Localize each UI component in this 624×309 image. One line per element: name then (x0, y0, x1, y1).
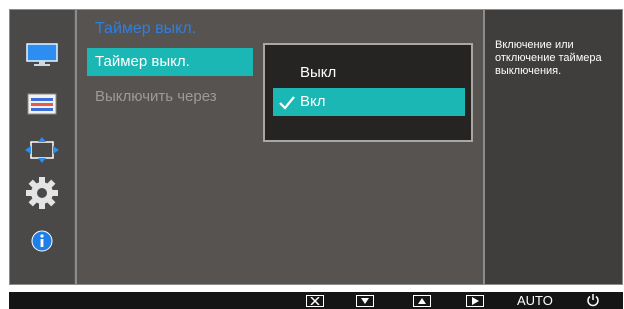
sidebar-item-size-position[interactable] (22, 135, 62, 165)
sidebar-item-information[interactable] (22, 226, 62, 256)
option-popup: Выкл Вкл (263, 43, 473, 142)
menu-item-off-timer[interactable]: Таймер выкл. (87, 48, 253, 76)
help-panel: Включение или отключение таймера выключе… (485, 10, 622, 284)
down-arrow-icon (361, 298, 369, 304)
up-button[interactable] (413, 295, 431, 307)
enter-play-icon (472, 297, 479, 305)
sidebar-item-color[interactable] (22, 89, 62, 119)
auto-button[interactable]: AUTO (517, 293, 553, 308)
option-off[interactable]: Выкл (273, 59, 465, 87)
settings-gear-icon (26, 177, 58, 209)
down-button[interactable] (356, 295, 374, 307)
sidebar (10, 10, 74, 284)
bottom-button-bar: AUTO (9, 292, 623, 309)
power-button[interactable] (585, 293, 601, 307)
close-icon (310, 297, 320, 305)
option-off-label: Выкл (300, 64, 337, 81)
menu-item-turn-off-after[interactable]: Выключить через (87, 83, 253, 111)
option-on-label: Вкл (300, 93, 326, 110)
information-icon (31, 230, 53, 252)
close-button[interactable] (306, 295, 324, 307)
sidebar-item-system[interactable] (22, 177, 62, 209)
sidebar-item-picture[interactable] (22, 40, 62, 70)
up-arrow-icon (418, 298, 426, 304)
monitor-icon (26, 43, 58, 66)
power-icon (587, 294, 599, 307)
option-on[interactable]: Вкл (273, 88, 465, 116)
settings-panel: Таймер выкл. Таймер выкл. Выключить чере… (75, 10, 485, 284)
help-text: Включение или отключение таймера выключе… (495, 39, 602, 77)
checkmark-icon (279, 96, 295, 110)
size-position-icon (25, 137, 59, 163)
enter-button[interactable] (466, 295, 484, 307)
osd-window: Таймер выкл. Таймер выкл. Выключить чере… (9, 9, 623, 285)
menu-title: Таймер выкл. (95, 20, 197, 37)
color-settings-icon (27, 93, 57, 115)
